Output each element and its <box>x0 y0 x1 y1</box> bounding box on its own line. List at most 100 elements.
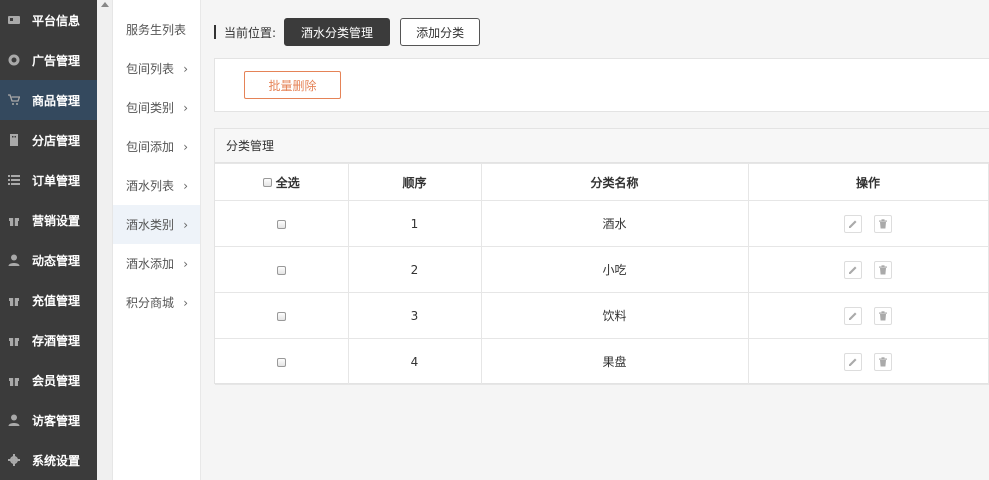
user-icon <box>6 252 22 268</box>
batch-delete-button[interactable]: 批量删除 <box>244 71 341 99</box>
sidebar-item-members[interactable]: 会员管理 <box>0 360 97 400</box>
chevron-right-icon: › <box>183 295 188 310</box>
main-content: 当前位置: 酒水分类管理 添加分类 批量删除 分类管理 全选 顺序 分类名称 操… <box>201 0 989 480</box>
sidebar-item-label: 存酒管理 <box>32 333 81 348</box>
newspaper-icon <box>6 12 22 28</box>
submenu-item-waiter-list[interactable]: 服务生列表 <box>113 10 200 49</box>
pencil-icon <box>849 220 857 228</box>
sub-menu: 服务生列表 包间列表 › 包间类别 › 包间添加 › 酒水列表 › 酒水类别 ›… <box>113 0 201 480</box>
table-row: 2 小吃 <box>215 246 989 293</box>
sidebar-item-ads[interactable]: 广告管理 <box>0 40 97 80</box>
submenu-item-label: 酒水列表 <box>126 179 175 193</box>
submenu-item-label: 酒水添加 <box>126 257 175 271</box>
category-panel: 分类管理 全选 顺序 分类名称 操作 1 酒水 2 小吃 3 饮料 4 果盘 <box>214 128 989 385</box>
pencil-icon <box>849 266 857 274</box>
trash-icon <box>879 356 887 366</box>
sidebar-item-orders[interactable]: 订单管理 <box>0 160 97 200</box>
sidebar-item-marketing[interactable]: 营销设置 <box>0 200 97 240</box>
chevron-right-icon: › <box>183 100 188 115</box>
table-row: 1 酒水 <box>215 200 989 247</box>
submenu-item-room-category[interactable]: 包间类别 › <box>113 88 200 127</box>
order-cell: 2 <box>347 246 482 293</box>
sidebar-item-label: 分店管理 <box>32 133 81 148</box>
sidebar-item-visitors[interactable]: 访客管理 <box>0 400 97 440</box>
delete-button[interactable] <box>874 352 892 371</box>
edit-button[interactable] <box>844 352 862 371</box>
select-all-header: 全选 <box>215 163 349 201</box>
row-checkbox[interactable] <box>276 357 286 367</box>
sidebar-scrollbar[interactable] <box>97 0 113 480</box>
row-checkbox[interactable] <box>276 219 286 229</box>
panel-title: 分类管理 <box>215 129 989 163</box>
trash-icon <box>879 264 887 274</box>
delete-button[interactable] <box>874 214 892 233</box>
submenu-item-room-add[interactable]: 包间添加 › <box>113 127 200 166</box>
order-cell: 1 <box>347 200 482 247</box>
sidebar-item-label: 平台信息 <box>32 13 81 28</box>
submenu-item-label: 酒水类别 <box>126 218 175 232</box>
chevron-right-icon: › <box>183 217 188 232</box>
row-checkbox[interactable] <box>276 265 286 275</box>
user-icon <box>6 412 22 428</box>
gift-icon <box>6 292 22 308</box>
pencil-icon <box>849 312 857 320</box>
submenu-item-label: 包间添加 <box>126 140 175 154</box>
category-name-header: 分类名称 <box>480 163 749 201</box>
breadcrumb: 当前位置: 酒水分类管理 添加分类 <box>214 18 481 46</box>
row-select-cell <box>215 338 349 385</box>
category-table: 全选 顺序 分类名称 操作 1 酒水 2 小吃 3 饮料 4 果盘 <box>215 163 989 385</box>
gear-icon <box>6 452 22 468</box>
sidebar-item-recharge[interactable]: 充值管理 <box>0 280 97 320</box>
select-all-label: 全选 <box>275 175 300 190</box>
submenu-item-label: 积分商城 <box>126 296 175 310</box>
sidebar-item-label: 广告管理 <box>32 53 81 68</box>
edit-button[interactable] <box>844 260 862 279</box>
row-select-cell <box>215 200 349 247</box>
order-cell: 4 <box>347 338 482 385</box>
add-category-button[interactable]: 添加分类 <box>400 18 481 46</box>
action-toolbar: 批量删除 <box>214 58 989 112</box>
submenu-item-drink-list[interactable]: 酒水列表 › <box>113 166 200 205</box>
lifebuoy-icon <box>6 52 22 68</box>
delete-button[interactable] <box>874 306 892 325</box>
sidebar-item-wine-storage[interactable]: 存酒管理 <box>0 320 97 360</box>
current-location-button[interactable]: 酒水分类管理 <box>284 18 391 46</box>
submenu-item-drink-add[interactable]: 酒水添加 › <box>113 244 200 283</box>
submenu-item-label: 服务生列表 <box>126 23 187 37</box>
sidebar-item-label: 系统设置 <box>32 453 81 468</box>
sidebar-item-system-settings[interactable]: 系统设置 <box>0 440 97 480</box>
sidebar-item-label: 营销设置 <box>32 213 81 228</box>
sidebar-item-moments[interactable]: 动态管理 <box>0 240 97 280</box>
sidebar-item-label: 动态管理 <box>32 253 81 268</box>
sidebar-item-products[interactable]: 商品管理 <box>0 80 97 120</box>
gift-icon <box>6 212 22 228</box>
submenu-item-room-list[interactable]: 包间列表 › <box>113 49 200 88</box>
delete-button[interactable] <box>874 260 892 279</box>
actions-cell <box>747 246 989 293</box>
sidebar-item-label: 充值管理 <box>32 293 81 308</box>
scroll-up-icon[interactable] <box>101 2 109 7</box>
chevron-right-icon: › <box>183 61 188 76</box>
sidebar-item-branches[interactable]: 分店管理 <box>0 120 97 160</box>
submenu-item-label: 包间列表 <box>126 62 175 76</box>
edit-button[interactable] <box>844 214 862 233</box>
cart-icon <box>6 92 22 108</box>
building-icon <box>6 132 22 148</box>
submenu-item-points-mall[interactable]: 积分商城 › <box>113 283 200 322</box>
row-checkbox[interactable] <box>276 311 286 321</box>
sidebar-item-label: 会员管理 <box>32 373 81 388</box>
sidebar-item-label: 访客管理 <box>32 413 81 428</box>
actions-cell <box>747 292 989 339</box>
sidebar-item-platform-info[interactable]: 平台信息 <box>0 0 97 40</box>
breadcrumb-marker <box>214 25 216 39</box>
pencil-icon <box>849 358 857 366</box>
submenu-item-label: 包间类别 <box>126 101 175 115</box>
edit-button[interactable] <box>844 306 862 325</box>
chevron-right-icon: › <box>183 178 188 193</box>
select-all-checkbox[interactable] <box>262 177 272 187</box>
sidebar-item-label: 订单管理 <box>32 173 81 188</box>
sidebar-item-label: 商品管理 <box>32 93 81 108</box>
submenu-item-drink-category[interactable]: 酒水类别 › <box>113 205 200 244</box>
table-row: 4 果盘 <box>215 338 989 385</box>
actions-cell <box>747 338 989 385</box>
